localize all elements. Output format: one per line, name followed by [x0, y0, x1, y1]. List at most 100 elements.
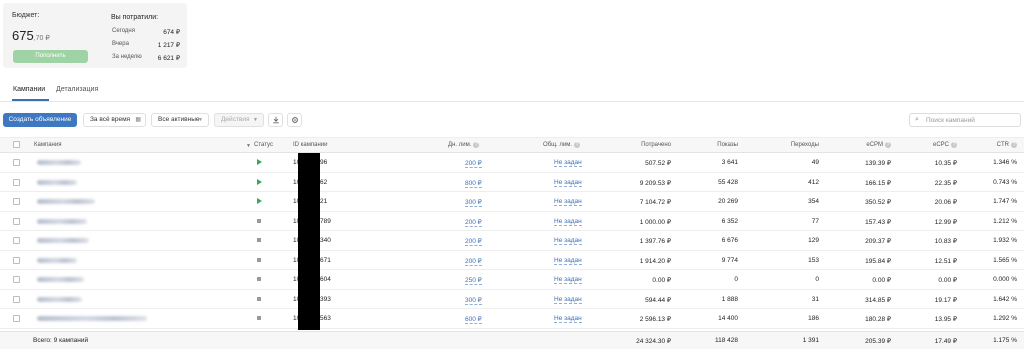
total-limit-link[interactable]: Не задан	[554, 315, 582, 324]
table-row[interactable]: 10 789 200 ₽ Не задан 1 000.00 ₽6 352 77 157.4…	[0, 212, 1024, 232]
row-checkbox[interactable]	[13, 198, 20, 206]
total-limit-link[interactable]: Не задан	[554, 198, 582, 207]
sort-arrow-icon[interactable]: ▼	[246, 143, 251, 149]
total-limit-value[interactable]: Не задан	[554, 256, 582, 265]
help-icon[interactable]: ?	[951, 142, 957, 148]
daily-limit-link[interactable]: 200 ₽	[465, 257, 482, 266]
col-ecpc[interactable]: eCPC?	[933, 142, 957, 148]
table-row[interactable]: 10 96 200 ₽ Не задан 507.52 ₽3 641 49 139.39 ₽…	[0, 153, 1024, 173]
total-limit-value[interactable]: Не задан	[554, 237, 582, 246]
col-total-limit[interactable]: Общ. лим.?	[543, 142, 581, 148]
row-checkbox[interactable]	[13, 315, 20, 323]
row-checkbox[interactable]	[13, 178, 20, 186]
row-checkbox[interactable]	[13, 276, 20, 284]
create-ad-button[interactable]: Создать объявление	[3, 113, 77, 127]
total-limit-link[interactable]: Не задан	[554, 178, 582, 187]
total-limit-link[interactable]: Не задан	[554, 217, 582, 226]
row-checkbox[interactable]	[13, 217, 20, 225]
stop-icon[interactable]	[257, 218, 261, 223]
table-row[interactable]: 10 604 250 ₽ Не задан 0.00 ₽0 0 0.00 ₽0.00 ₽0.…	[0, 270, 1024, 290]
campaign-search[interactable]: ⌕	[909, 113, 1021, 127]
select-all-checkbox[interactable]	[13, 141, 20, 148]
play-icon[interactable]	[257, 159, 262, 165]
table-row[interactable]: 10 340 200 ₽ Не задан 1 397.76 ₽6 676 129 209.…	[0, 231, 1024, 251]
table-row[interactable]: 10 393 300 ₽ Не задан 594.44 ₽1 888 31 314.85 …	[0, 290, 1024, 310]
table-row[interactable]: 10 62 800 ₽ Не задан 9 209.53 ₽55 428 412 166.…	[0, 173, 1024, 193]
daily-limit-value[interactable]: 600 ₽	[465, 316, 482, 325]
total-limit-value[interactable]: Не задан	[554, 178, 582, 187]
stop-icon[interactable]	[257, 238, 261, 243]
total-limit-value[interactable]: Не задан	[554, 198, 582, 207]
col-status[interactable]: Статус	[254, 142, 273, 148]
campaign-name-redacted[interactable]	[37, 277, 84, 283]
campaign-name-redacted[interactable]	[37, 179, 77, 185]
stop-icon[interactable]	[257, 277, 261, 282]
campaign-name-redacted[interactable]	[37, 238, 89, 244]
campaign-name-redacted[interactable]	[37, 199, 95, 205]
table-row[interactable]: 10 671 200 ₽ Не задан 1 914.20 ₽9 774 153 195.…	[0, 251, 1024, 271]
tab-details[interactable]: Детализация	[56, 86, 98, 93]
play-icon[interactable]	[257, 198, 262, 205]
row-checkbox[interactable]	[13, 237, 20, 245]
total-limit-value[interactable]: Не задан	[554, 276, 582, 285]
total-limit-value[interactable]: Не задан	[554, 159, 582, 167]
daily-limit-link[interactable]: 200 ₽	[465, 237, 482, 247]
settings-button[interactable]	[287, 113, 302, 127]
daily-limit-link[interactable]: 250 ₽	[465, 276, 482, 286]
col-ctr[interactable]: CTR?	[997, 142, 1017, 148]
daily-limit-value[interactable]: 250 ₽	[465, 277, 482, 286]
col-clicks[interactable]: Переходы	[791, 142, 819, 148]
daily-limit-link[interactable]: 200 ₽	[465, 218, 482, 227]
campaign-name-redacted[interactable]	[37, 160, 81, 165]
total-limit-value[interactable]: Не задан	[554, 217, 582, 226]
daily-limit-link[interactable]: 200 ₽	[465, 159, 482, 168]
total-limit-link[interactable]: Не задан	[554, 295, 582, 304]
stop-icon[interactable]	[257, 296, 261, 301]
daily-limit-value[interactable]: 200 ₽	[465, 160, 482, 168]
campaign-name-redacted[interactable]	[37, 257, 77, 263]
daily-limit-value[interactable]: 200 ₽	[465, 257, 482, 266]
daily-limit-link[interactable]: 800 ₽	[465, 179, 482, 188]
col-ecpm[interactable]: eCPM?	[866, 142, 891, 148]
period-button[interactable]: За всё время ▦	[83, 113, 146, 127]
total-limit-link[interactable]: Не задан	[554, 237, 582, 246]
daily-limit-value[interactable]: 300 ₽	[465, 199, 482, 208]
row-checkbox[interactable]	[13, 295, 20, 303]
daily-limit-value[interactable]: 200 ₽	[465, 238, 482, 247]
stop-icon[interactable]	[257, 257, 261, 262]
actions-dropdown[interactable]: Действия ▼	[214, 113, 264, 127]
col-daily-limit[interactable]: Дн. лим.?	[448, 142, 480, 148]
daily-limit-value[interactable]: 800 ₽	[465, 179, 482, 188]
total-limit-value[interactable]: Не задан	[554, 295, 582, 304]
daily-limit-link[interactable]: 600 ₽	[465, 315, 482, 325]
campaign-name-redacted[interactable]	[37, 218, 87, 224]
help-icon[interactable]: ?	[574, 142, 581, 148]
total-limit-value[interactable]: Не задан	[554, 315, 582, 324]
help-icon[interactable]: ?	[1011, 142, 1017, 148]
stop-icon[interactable]	[257, 316, 261, 321]
topup-button[interactable]: Пополнить	[13, 50, 88, 63]
campaign-name-redacted[interactable]	[37, 316, 147, 322]
play-icon[interactable]	[257, 178, 262, 185]
daily-limit-value[interactable]: 200 ₽	[465, 218, 482, 227]
col-campaign[interactable]: Кампания	[34, 142, 61, 148]
total-limit-link[interactable]: Не задан	[554, 256, 582, 265]
daily-limit-value[interactable]: 300 ₽	[465, 296, 482, 305]
help-icon[interactable]: ?	[885, 142, 891, 148]
campaign-name-redacted[interactable]	[37, 296, 82, 302]
row-checkbox[interactable]	[13, 159, 20, 166]
col-id[interactable]: ID кампании	[293, 142, 328, 148]
col-impressions[interactable]: Показы	[717, 142, 738, 148]
total-limit-link[interactable]: Не задан	[554, 276, 582, 285]
daily-limit-link[interactable]: 300 ₽	[465, 296, 482, 305]
tab-campaigns[interactable]: Кампании	[13, 86, 45, 93]
row-checkbox[interactable]	[13, 256, 20, 264]
total-limit-link[interactable]: Не задан	[554, 159, 582, 167]
daily-limit-link[interactable]: 300 ₽	[465, 198, 482, 208]
status-filter-dropdown[interactable]: Все активные ▼	[151, 113, 209, 127]
col-spent[interactable]: Потрачено	[641, 142, 671, 148]
table-row[interactable]: 10 21 300 ₽ Не задан 7 104.72 ₽20 269 354 350.…	[0, 192, 1024, 212]
help-icon[interactable]: ?	[473, 142, 480, 148]
table-row[interactable]: 10 563 600 ₽ Не задан 2 596.13 ₽14 400 186 180…	[0, 309, 1024, 329]
download-button[interactable]	[268, 113, 283, 127]
